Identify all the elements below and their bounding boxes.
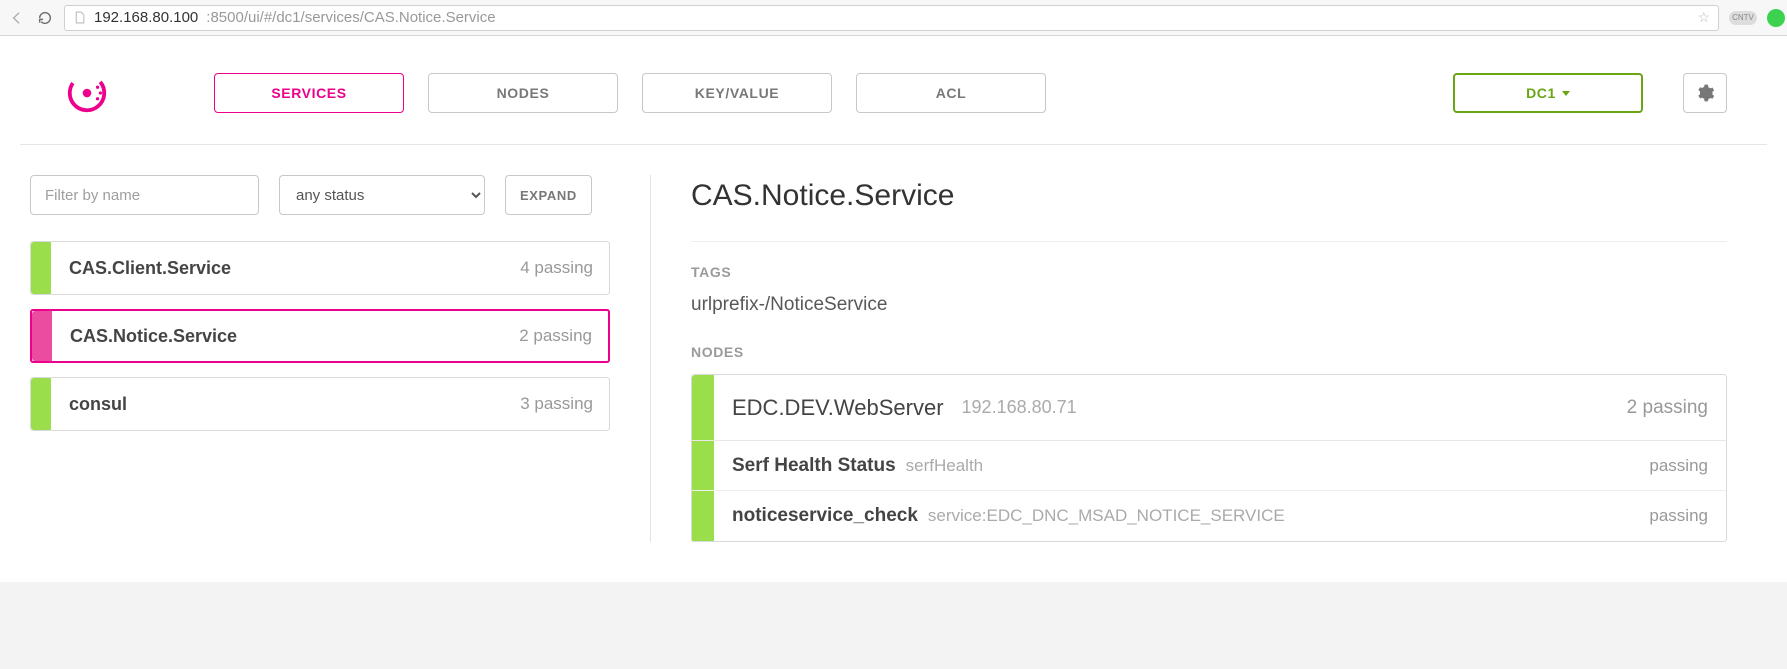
service-list-panel: any status EXPAND CAS.Client.Service 4 p… bbox=[30, 175, 610, 542]
address-bar[interactable]: 192.168.80.100 :8500/ui/#/dc1/services/CA… bbox=[64, 5, 1719, 31]
page-icon bbox=[73, 10, 86, 25]
status-bar-passing bbox=[31, 378, 51, 430]
service-row[interactable]: CAS.Client.Service 4 passing bbox=[30, 241, 610, 295]
tags-label: TAGS bbox=[691, 264, 1727, 280]
expand-button[interactable]: EXPAND bbox=[505, 175, 592, 215]
nodes-label: NODES bbox=[691, 344, 1727, 360]
reload-icon[interactable] bbox=[36, 10, 54, 26]
status-bar-selected bbox=[32, 311, 52, 361]
service-row[interactable]: CAS.Notice.Service 2 passing bbox=[30, 309, 610, 363]
check-state: passing bbox=[1649, 506, 1726, 526]
service-title: CAS.Notice.Service bbox=[691, 179, 1727, 213]
browser-toolbar: 192.168.80.100 :8500/ui/#/dc1/services/CA… bbox=[0, 0, 1787, 36]
service-name: CAS.Client.Service bbox=[51, 258, 231, 279]
service-passing-count: 4 passing bbox=[520, 258, 609, 278]
filter-status-select[interactable]: any status bbox=[279, 175, 485, 215]
node-card: EDC.DEV.WebServer 192.168.80.71 2 passin… bbox=[691, 374, 1727, 542]
status-bar-passing bbox=[692, 375, 714, 440]
top-nav: SERVICES NODES KEY/VALUE ACL DC1 bbox=[0, 36, 1787, 144]
tab-services[interactable]: SERVICES bbox=[214, 73, 404, 113]
service-passing-count: 2 passing bbox=[519, 326, 608, 346]
check-id: service:EDC_DNC_MSAD_NOTICE_SERVICE bbox=[918, 506, 1285, 526]
status-bar-passing bbox=[692, 441, 714, 490]
service-name: CAS.Notice.Service bbox=[52, 326, 237, 347]
status-bar-passing bbox=[692, 491, 714, 541]
node-name: EDC.DEV.WebServer bbox=[714, 395, 944, 421]
health-check-row[interactable]: noticeservice_check service:EDC_DNC_MSAD… bbox=[692, 491, 1726, 541]
datacenter-select[interactable]: DC1 bbox=[1453, 73, 1643, 113]
service-name: consul bbox=[51, 394, 127, 415]
back-icon[interactable] bbox=[8, 10, 26, 26]
tab-key-value[interactable]: KEY/VALUE bbox=[642, 73, 832, 113]
bookmark-star-icon[interactable]: ☆ bbox=[1697, 9, 1710, 26]
tab-nodes[interactable]: NODES bbox=[428, 73, 618, 113]
service-passing-count: 3 passing bbox=[520, 394, 609, 414]
check-id: serfHealth bbox=[896, 456, 983, 476]
chevron-down-icon bbox=[1562, 91, 1570, 96]
filter-name-input[interactable] bbox=[30, 175, 259, 215]
node-passing-count: 2 passing bbox=[1627, 397, 1726, 419]
check-state: passing bbox=[1649, 456, 1726, 476]
check-name: noticeservice_check bbox=[714, 505, 918, 527]
health-check-row[interactable]: Serf Health Status serfHealth passing bbox=[692, 441, 1726, 491]
column-divider bbox=[650, 175, 651, 542]
tab-acl[interactable]: ACL bbox=[856, 73, 1046, 113]
status-bar-passing bbox=[31, 242, 51, 294]
settings-button[interactable] bbox=[1683, 73, 1727, 113]
gear-icon bbox=[1695, 83, 1715, 103]
service-row[interactable]: consul 3 passing bbox=[30, 377, 610, 431]
datacenter-label: DC1 bbox=[1526, 85, 1556, 101]
node-ip: 192.168.80.71 bbox=[944, 397, 1077, 418]
url-path: :8500/ui/#/dc1/services/CAS.Notice.Servi… bbox=[206, 9, 495, 26]
url-host: 192.168.80.100 bbox=[94, 9, 198, 26]
node-header[interactable]: EDC.DEV.WebServer 192.168.80.71 2 passin… bbox=[692, 375, 1726, 441]
tags-value: urlprefix-/NoticeService bbox=[691, 294, 1727, 316]
service-detail-panel: CAS.Notice.Service TAGS urlprefix-/Notic… bbox=[691, 175, 1727, 542]
check-name: Serf Health Status bbox=[714, 455, 896, 477]
extension-badge[interactable]: CNTV bbox=[1729, 11, 1757, 25]
consul-logo bbox=[60, 66, 114, 120]
profile-avatar[interactable] bbox=[1767, 9, 1785, 27]
